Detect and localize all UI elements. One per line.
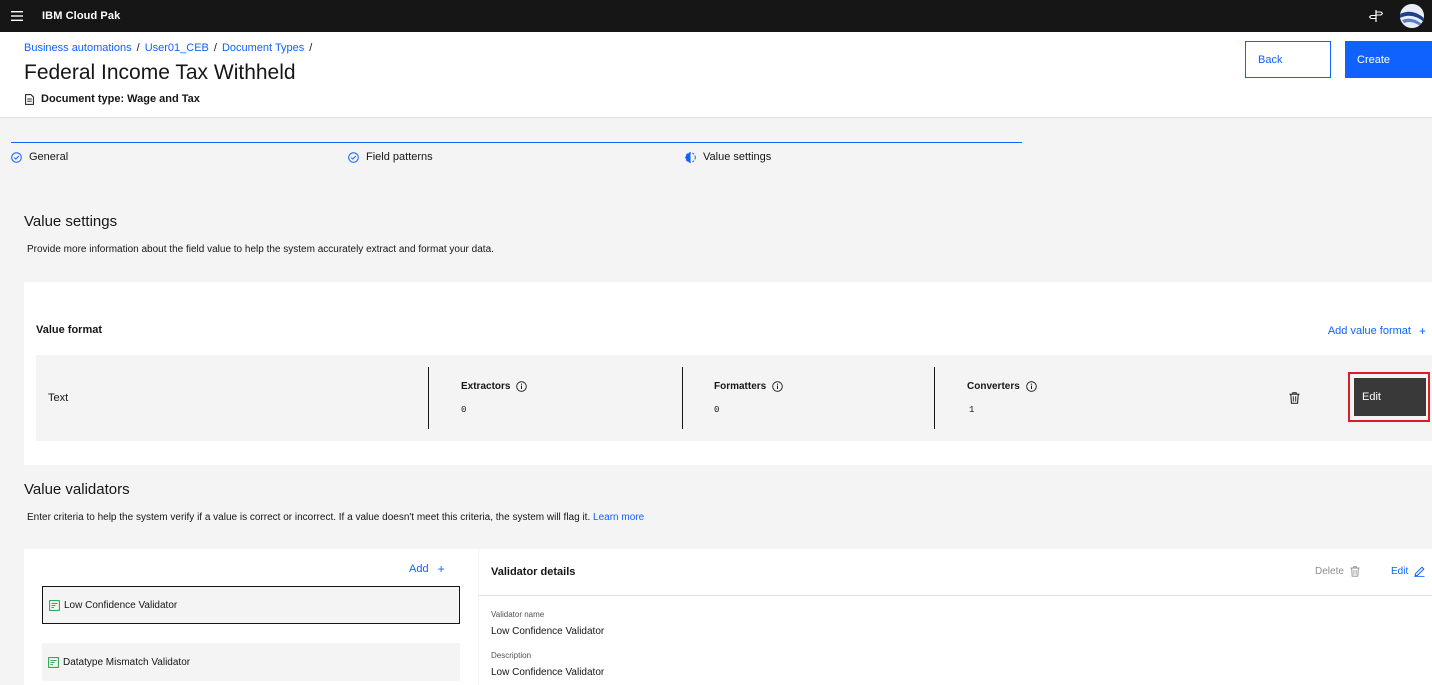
progress-line [11, 142, 1022, 143]
document-type-text: Document type: Wage and Tax [41, 93, 200, 105]
formatters-label-text: Formatters [714, 381, 767, 392]
validator-details-heading: Validator details [491, 566, 576, 578]
validator-rule-icon [49, 599, 60, 611]
back-button[interactable]: Back [1245, 41, 1331, 78]
validator-list-panel: Add + Low Confidence Validator Datatype … [24, 549, 478, 685]
value-validators-description: Enter criteria to help the system verify… [27, 512, 644, 523]
extractors-count: 0 [461, 405, 467, 415]
value-format-type: Text [48, 392, 69, 404]
extractors-label: Extractors [461, 381, 528, 392]
information-icon[interactable] [516, 381, 528, 392]
trash-icon [1350, 566, 1360, 577]
menu-icon[interactable] [0, 0, 34, 32]
value-validators-description-text: Enter criteria to help the system verify… [27, 512, 591, 523]
extractors-label-text: Extractors [461, 381, 511, 392]
top-navigation-bar: IBM Cloud Pak [0, 0, 1432, 32]
document-icon [25, 93, 34, 105]
validator-item-label: Datatype Mismatch Validator [63, 656, 191, 668]
plus-icon: + [437, 562, 445, 576]
edit-validator-button[interactable]: Edit [1391, 566, 1425, 577]
page-title: Federal Income Tax Withheld [24, 61, 296, 84]
learn-more-link[interactable]: Learn more [593, 512, 644, 523]
document-type-label: Document type: Wage and Tax [25, 93, 200, 105]
validator-name-label: Validator name [491, 610, 545, 619]
add-value-format-label: Add value format [1327, 325, 1411, 337]
information-icon[interactable] [772, 381, 784, 392]
trash-icon[interactable] [1289, 391, 1300, 409]
validator-item-label: Low Confidence Validator [64, 599, 178, 611]
value-settings-heading: Value settings [24, 213, 118, 230]
value-validators-heading: Value validators [24, 481, 130, 498]
details-divider [479, 595, 1432, 596]
column-divider [682, 367, 683, 429]
checkmark-outline-icon [348, 151, 359, 163]
column-divider [934, 367, 935, 429]
edit-highlight-outline: Edit [1348, 372, 1430, 422]
plus-icon: + [1418, 324, 1426, 338]
add-validator-label: Add [409, 563, 429, 575]
validator-description-value: Low Confidence Validator [491, 667, 605, 678]
information-icon[interactable] [1026, 381, 1037, 392]
breadcrumb-separator: / [213, 42, 217, 54]
step-field-patterns[interactable]: Field patterns [348, 151, 433, 163]
user-avatar[interactable] [1392, 0, 1432, 32]
validator-description-label: Description [491, 651, 532, 660]
add-value-format-button[interactable]: Add value format + [1328, 324, 1426, 338]
breadcrumb-separator: / [309, 42, 313, 54]
value-format-heading: Value format [36, 324, 103, 336]
avatar-icon [1400, 4, 1424, 28]
edit-validator-label: Edit [1391, 566, 1409, 577]
converters-count: 1 [969, 405, 975, 415]
validator-name-value: Low Confidence Validator [491, 626, 605, 637]
step-value-settings[interactable]: Value settings [685, 151, 771, 163]
formatters-label: Formatters [714, 381, 784, 392]
breadcrumb: Business automations / User01_CEB / Docu… [24, 42, 317, 54]
value-format-row: Text Extractors 0 Formatters 0 Converter… [36, 355, 1432, 441]
validator-item-low-confidence[interactable]: Low Confidence Validator [42, 586, 460, 624]
pencil-icon [1414, 566, 1425, 577]
step-field-patterns-label: Field patterns [366, 151, 433, 163]
step-general[interactable]: General [11, 151, 68, 163]
breadcrumb-business-automations[interactable]: Business automations [24, 42, 132, 54]
converters-label: Converters [967, 381, 1037, 392]
incomplete-step-icon [685, 151, 696, 163]
breadcrumb-document-types[interactable]: Document Types [222, 42, 304, 54]
formatters-count: 0 [714, 405, 720, 415]
add-validator-button[interactable]: Add + [409, 562, 445, 576]
signpost-icon[interactable] [1360, 0, 1392, 32]
breadcrumb-separator: / [136, 42, 140, 54]
delete-validator-button[interactable]: Delete [1315, 566, 1360, 577]
column-divider [428, 367, 429, 429]
value-format-card: Value format Add value format + Text Ext… [24, 282, 1432, 465]
edit-value-format-button[interactable]: Edit [1354, 378, 1426, 416]
validator-item-datatype-mismatch[interactable]: Datatype Mismatch Validator [42, 643, 460, 681]
checkmark-outline-icon [11, 151, 22, 163]
step-general-label: General [29, 151, 69, 163]
converters-label-text: Converters [967, 381, 1020, 392]
validator-rule-icon [48, 656, 59, 668]
brand-name[interactable]: IBM Cloud Pak [42, 10, 120, 22]
step-value-settings-label: Value settings [703, 151, 772, 163]
breadcrumb-user01-ceb[interactable]: User01_CEB [145, 42, 209, 54]
page-header: Business automations / User01_CEB / Docu… [0, 32, 1432, 118]
delete-validator-label: Delete [1315, 566, 1344, 577]
create-button[interactable]: Create [1345, 41, 1432, 78]
value-settings-description: Provide more information about the field… [27, 244, 494, 255]
validator-details-panel: Validator details Delete Edit Validator … [479, 549, 1432, 685]
